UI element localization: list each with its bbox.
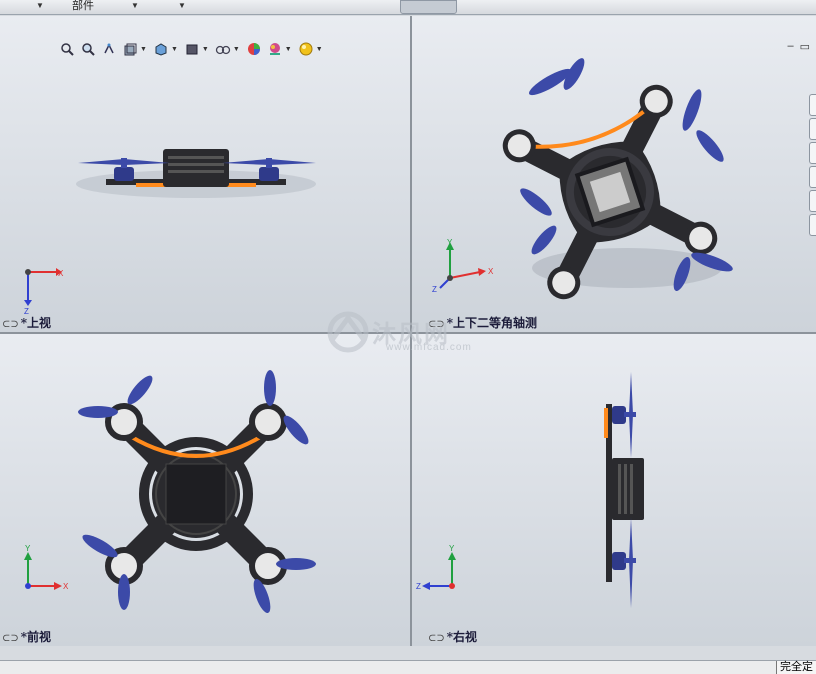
edit-appearance-icon[interactable]	[245, 40, 263, 58]
status-text: 完全定	[776, 661, 816, 674]
axis-label: Y	[25, 544, 31, 553]
command-manager-bar: ▼ 部件 ▼ ▼	[0, 0, 816, 15]
axis-label: X	[63, 582, 69, 591]
viewport-label: ⊂⊃ *前视	[2, 628, 51, 645]
view-name: *前视	[20, 630, 52, 644]
view-name: *右视	[446, 630, 478, 644]
viewport-label: ⊂⊃ *上视	[2, 314, 51, 331]
zoom-to-fit-icon[interactable]	[58, 40, 76, 58]
drone-right-view	[604, 372, 644, 608]
axis-label: Z	[416, 582, 421, 591]
task-pane-tab[interactable]	[809, 94, 816, 116]
view-name: *上视	[20, 316, 52, 330]
task-pane-tabs	[809, 94, 816, 238]
dropdown-arrow-icon[interactable]: ▼	[285, 46, 292, 53]
heads-up-toolbar: ▼ ▼ ▼ ▼ ▼ ▼	[58, 38, 325, 60]
axis-triad: Y X	[24, 544, 69, 591]
viewport-window-controls: – ▭	[787, 40, 810, 53]
minimize-icon[interactable]: –	[787, 40, 793, 53]
axis-label: X	[488, 267, 494, 276]
watermark-url: www.mfcad.com	[386, 342, 472, 353]
previous-view-icon[interactable]	[100, 40, 118, 58]
dropdown-arrow-icon[interactable]: ▼	[171, 46, 178, 53]
apply-scene-icon[interactable]	[266, 40, 284, 58]
axis-label: X	[58, 269, 64, 278]
task-pane-tab[interactable]	[809, 214, 816, 236]
axis-label: Z	[432, 285, 437, 294]
axis-triad: Y X Z	[432, 238, 494, 294]
axis-label: Y	[447, 238, 453, 247]
active-tab[interactable]	[400, 0, 457, 14]
section-view-icon[interactable]	[121, 40, 139, 58]
viewport-front[interactable]: Y X ⊂⊃ *前视	[0, 334, 410, 646]
viewport-trimetric[interactable]: Y X Z ⊂⊃ *上下二等角轴测 – ▭	[412, 16, 816, 332]
zoom-to-area-icon[interactable]	[79, 40, 97, 58]
view-settings-icon[interactable]	[297, 40, 315, 58]
hide-show-items-icon[interactable]	[214, 40, 232, 58]
task-pane-tab[interactable]	[809, 118, 816, 140]
dropdown-arrow-icon[interactable]: ▼	[316, 46, 323, 53]
link-icon: ⊂⊃	[2, 633, 19, 644]
status-bar: 完全定	[0, 660, 816, 674]
axis-label: Y	[449, 544, 455, 553]
task-pane-tab[interactable]	[809, 190, 816, 212]
restore-icon[interactable]: ▭	[800, 40, 810, 53]
link-icon: ⊂⊃	[2, 319, 19, 330]
viewport-label: ⊂⊃ *右视	[428, 628, 477, 645]
axis-triad: Y Z	[416, 544, 456, 591]
dropdown-arrow-icon[interactable]: ▼	[140, 46, 147, 53]
link-icon: ⊂⊃	[428, 633, 445, 644]
viewport-top[interactable]: X Z ⊂⊃ *上视 ▼ ▼ ▼ ▼ ▼ ▼	[0, 16, 410, 332]
watermark-logo-icon	[327, 311, 369, 353]
task-pane-tab[interactable]	[809, 142, 816, 164]
view-orientation-icon[interactable]	[152, 40, 170, 58]
dropdown-arrow-icon[interactable]: ▼	[36, 1, 44, 10]
dropdown-arrow-icon[interactable]: ▼	[131, 1, 139, 10]
dropdown-arrow-icon[interactable]: ▼	[233, 46, 240, 53]
axis-triad: X Z	[24, 268, 64, 316]
tab-parts[interactable]: 部件	[68, 0, 98, 13]
dropdown-arrow-icon[interactable]: ▼	[178, 1, 186, 10]
display-style-icon[interactable]	[183, 40, 201, 58]
viewport-right[interactable]: Y Z ⊂⊃ *右视	[412, 334, 816, 646]
dropdown-arrow-icon[interactable]: ▼	[202, 46, 209, 53]
task-pane-tab[interactable]	[809, 166, 816, 188]
watermark: 沐风网 www.mfcad.com	[326, 310, 496, 360]
